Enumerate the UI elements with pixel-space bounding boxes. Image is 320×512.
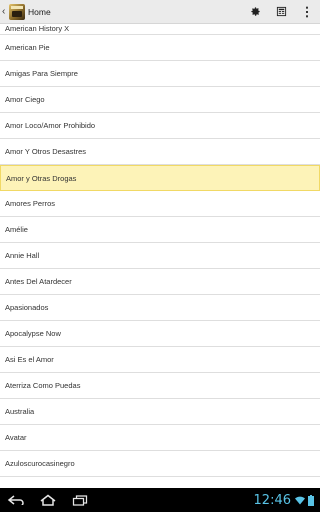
list-item-label: Amigas Para Siempre bbox=[5, 69, 78, 78]
list-item[interactable]: Apasionados bbox=[0, 295, 320, 321]
recent-apps-icon bbox=[72, 494, 88, 506]
page-title[interactable]: Home bbox=[28, 7, 51, 17]
list-item[interactable]: Australia bbox=[0, 399, 320, 425]
list-item-label: Annie Hall bbox=[5, 251, 40, 260]
system-nav-bar: 12:46 bbox=[0, 488, 320, 512]
app-logo-icon[interactable] bbox=[9, 3, 25, 20]
list-item-label: Apocalypse Now bbox=[5, 329, 61, 338]
view-toggle-icon bbox=[276, 6, 286, 17]
overflow-menu-icon bbox=[306, 6, 308, 17]
list-item[interactable]: Antes Del Atardecer bbox=[0, 269, 320, 295]
up-caret-icon[interactable]: ‹ bbox=[2, 0, 8, 24]
battery-icon bbox=[308, 494, 314, 506]
home-icon bbox=[40, 494, 56, 506]
action-bar: ‹ Home bbox=[0, 0, 320, 24]
list-item[interactable]: Azuloscurocasinegro bbox=[0, 451, 320, 477]
list-item-label: American History X bbox=[5, 24, 70, 33]
view-toggle-button[interactable] bbox=[268, 0, 294, 24]
action-buttons bbox=[242, 0, 320, 24]
list-item-label: Amélie bbox=[5, 225, 28, 234]
list-item-selected[interactable]: Amor y Otras Drogas bbox=[0, 165, 320, 191]
list-item-label: Australia bbox=[5, 407, 35, 416]
list-item[interactable]: American History X bbox=[0, 24, 320, 35]
list-item-label: Asi Es el Amor bbox=[5, 355, 54, 364]
list-item-label: Antes Del Atardecer bbox=[5, 277, 72, 286]
back-button[interactable] bbox=[0, 488, 32, 512]
list-item-label: Amores Perros bbox=[5, 199, 56, 208]
list-item[interactable]: Amélie bbox=[0, 217, 320, 243]
settings-gear-icon bbox=[250, 7, 260, 16]
home-button[interactable] bbox=[32, 488, 64, 512]
list-item[interactable]: Amor Ciego bbox=[0, 87, 320, 113]
list-item[interactable]: Annie Hall bbox=[0, 243, 320, 269]
list-item-label: Amor Ciego bbox=[5, 95, 45, 104]
list-item-label: Aterriza Como Puedas bbox=[5, 381, 81, 390]
list-item-label: Avatar bbox=[5, 433, 27, 442]
list-item-label: Amor y Otras Drogas bbox=[6, 173, 77, 183]
list-item-label: Amor Loco/Amor Prohibido bbox=[5, 121, 96, 130]
list-item[interactable]: Amigas Para Siempre bbox=[0, 61, 320, 87]
list-item[interactable]: Avatar bbox=[0, 425, 320, 451]
list-item[interactable]: American Pie bbox=[0, 35, 320, 61]
list-item[interactable]: Amores Perros bbox=[0, 191, 320, 217]
list-item-label: Azuloscurocasinegro bbox=[5, 459, 75, 468]
wifi-icon bbox=[295, 496, 305, 504]
list-item-label: American Pie bbox=[5, 43, 50, 52]
settings-button[interactable] bbox=[242, 0, 268, 24]
status-icons bbox=[295, 494, 314, 506]
movie-list: American History X American Pie Amigas Par… bbox=[0, 24, 320, 488]
list-item[interactable]: Aterriza Como Puedas bbox=[0, 373, 320, 399]
list-item[interactable]: Amor Y Otros Desastres bbox=[0, 139, 320, 165]
list-item-label: Amor Y Otros Desastres bbox=[5, 147, 86, 156]
clock: 12:46 bbox=[253, 492, 291, 508]
back-icon bbox=[7, 495, 24, 505]
overflow-menu-button[interactable] bbox=[294, 0, 320, 24]
list-item[interactable]: Amor Loco/Amor Prohibido bbox=[0, 113, 320, 139]
list-item[interactable]: Apocalypse Now bbox=[0, 321, 320, 347]
list-item[interactable]: Asi Es el Amor bbox=[0, 347, 320, 373]
list-item-label: Apasionados bbox=[5, 303, 49, 312]
recent-apps-button[interactable] bbox=[64, 488, 96, 512]
